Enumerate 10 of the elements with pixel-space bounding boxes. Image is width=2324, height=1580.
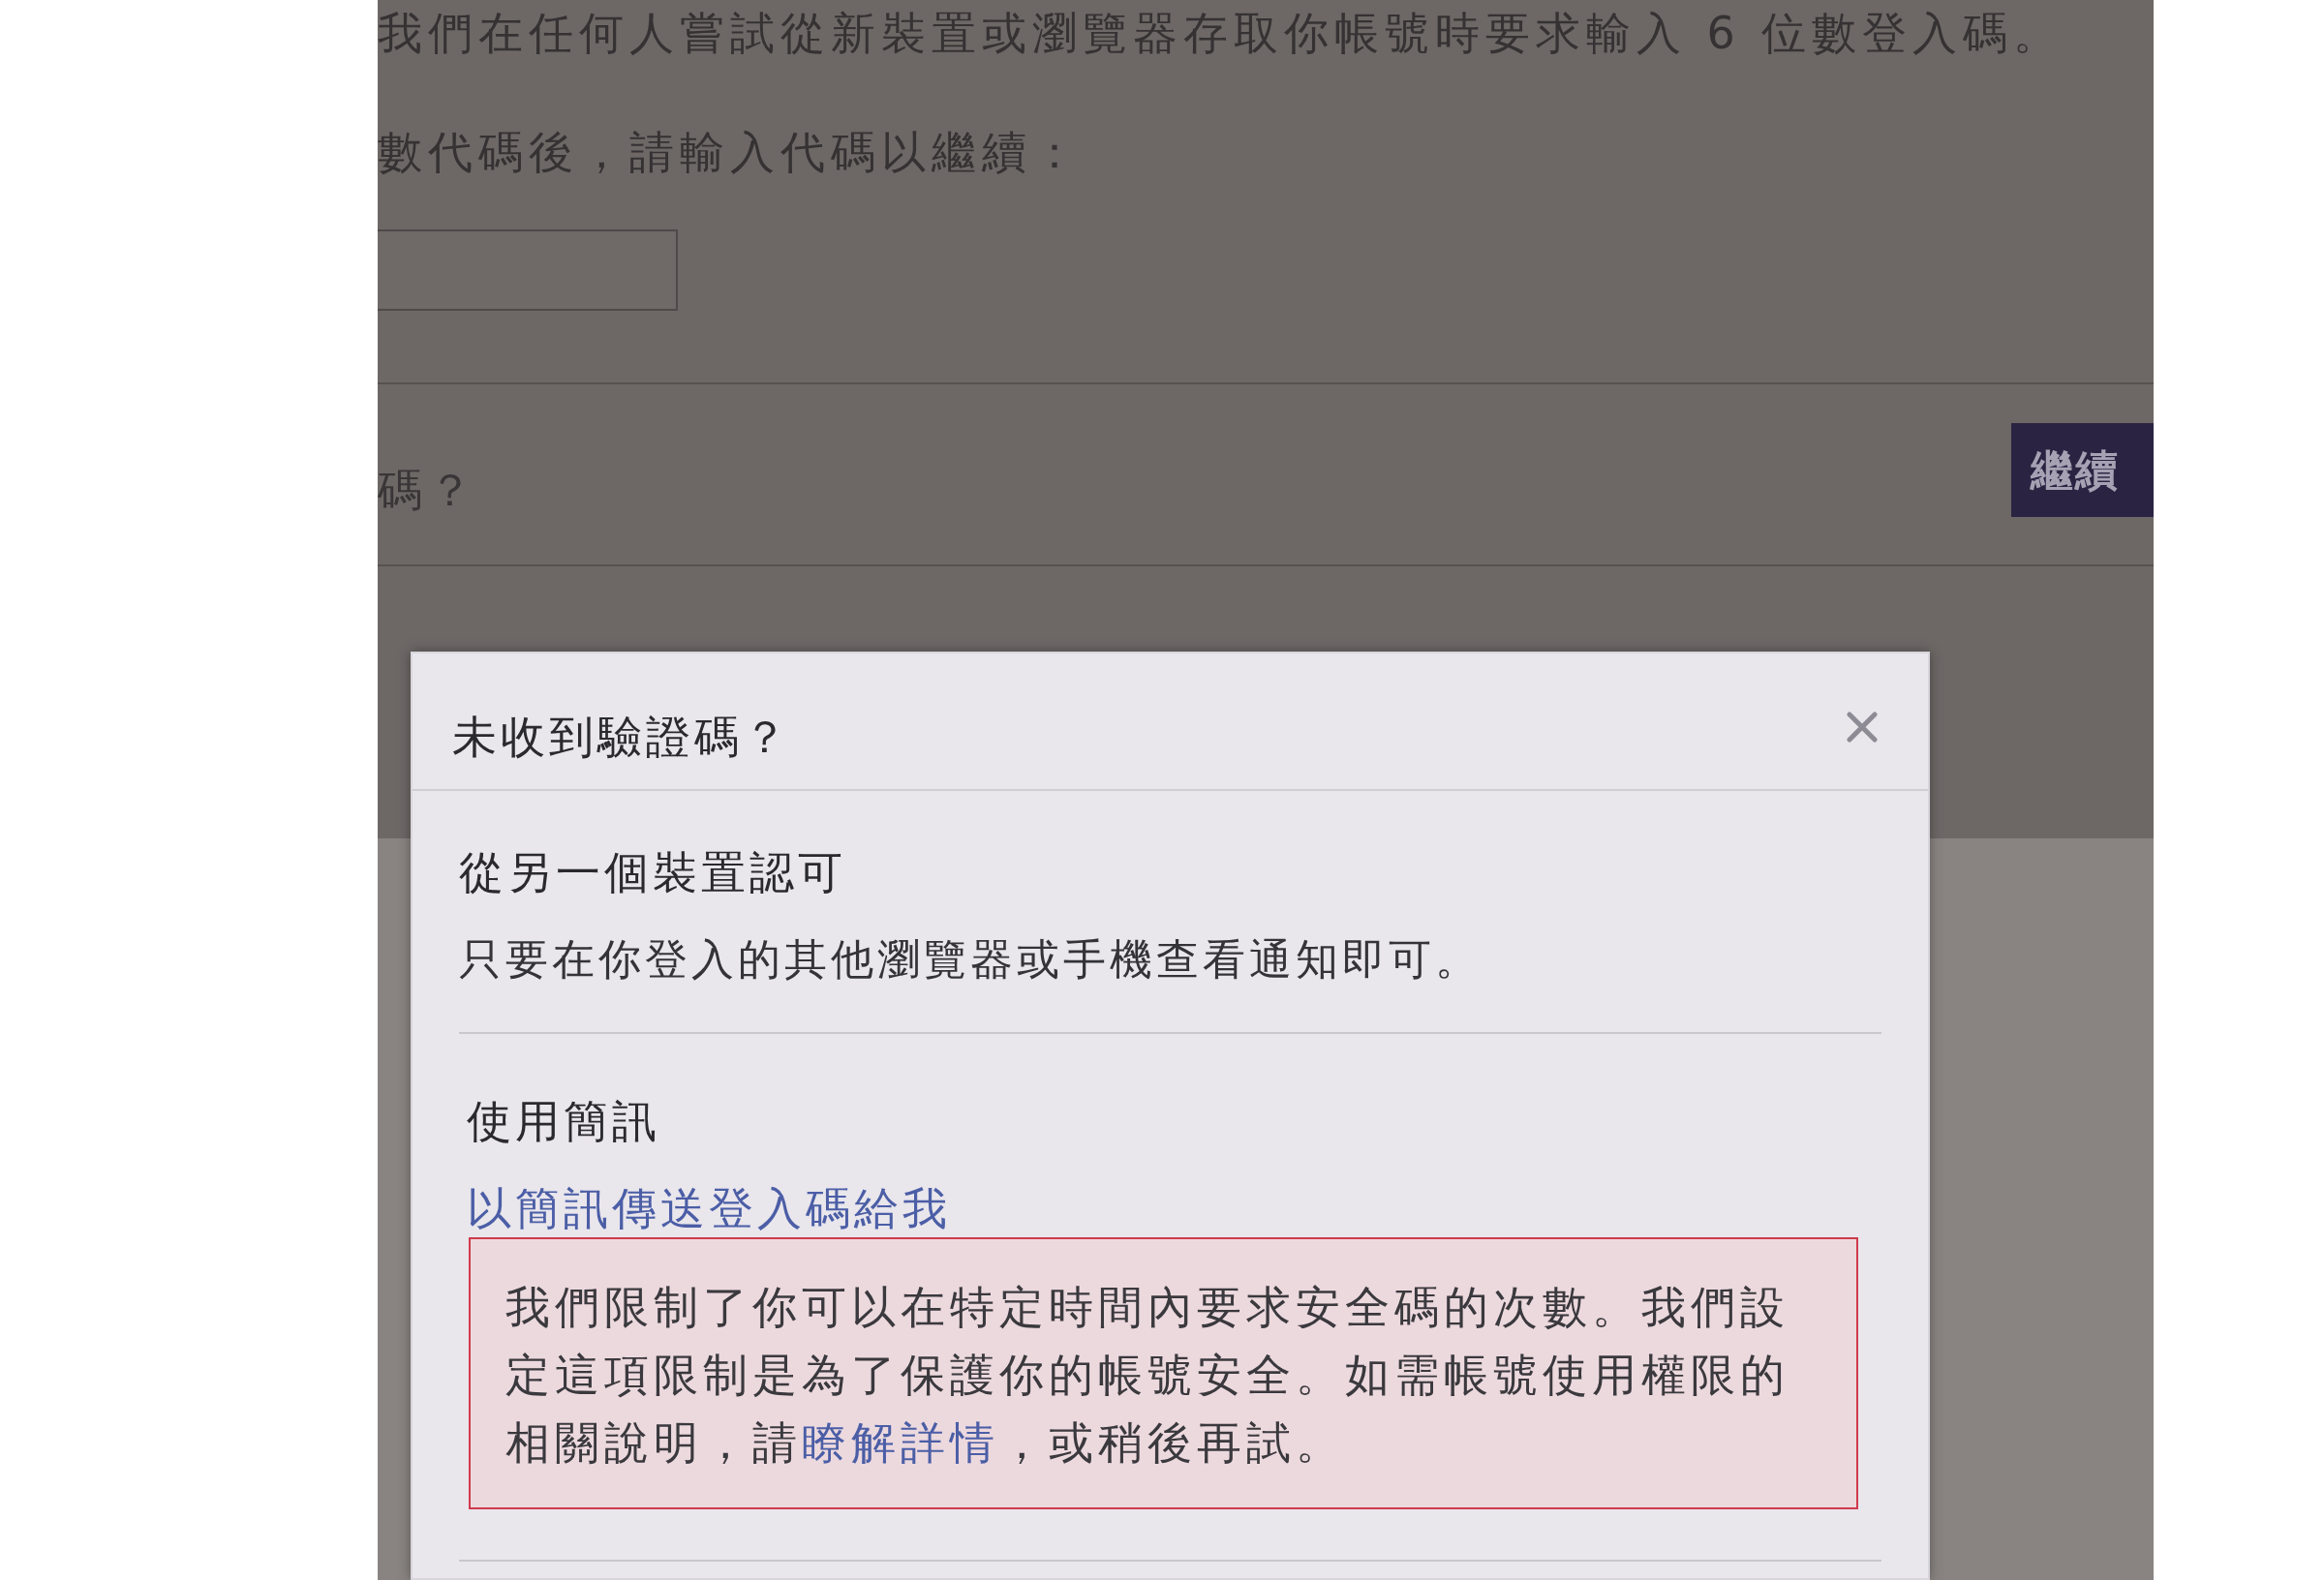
section-heading: 使用簡訊	[467, 1094, 660, 1148]
learn-more-link[interactable]: 瞭解詳情	[802, 1416, 999, 1469]
code-input-field[interactable]	[378, 229, 678, 311]
section-text: 只要在你登入的其他瀏覽器或手機查看通知即可。	[459, 933, 1482, 986]
dialog-title: 未收到驗證碼？	[452, 710, 791, 764]
error-text: 我們限制了你可以在特定時間內要求安全碼的次數。我們設定這項限制是為了保護你的帳號安全。如需帳號使用權限的相關說明，請瞭解詳情，或稍後再試。	[505, 1280, 1790, 1471]
close-icon	[1845, 710, 1880, 744]
section-heading: 從另一個裝置認可	[459, 845, 846, 899]
sms-link[interactable]: 以簡訊傳送登入碼給我	[467, 1181, 951, 1235]
continue-button[interactable]: 繼續	[2011, 423, 2154, 517]
